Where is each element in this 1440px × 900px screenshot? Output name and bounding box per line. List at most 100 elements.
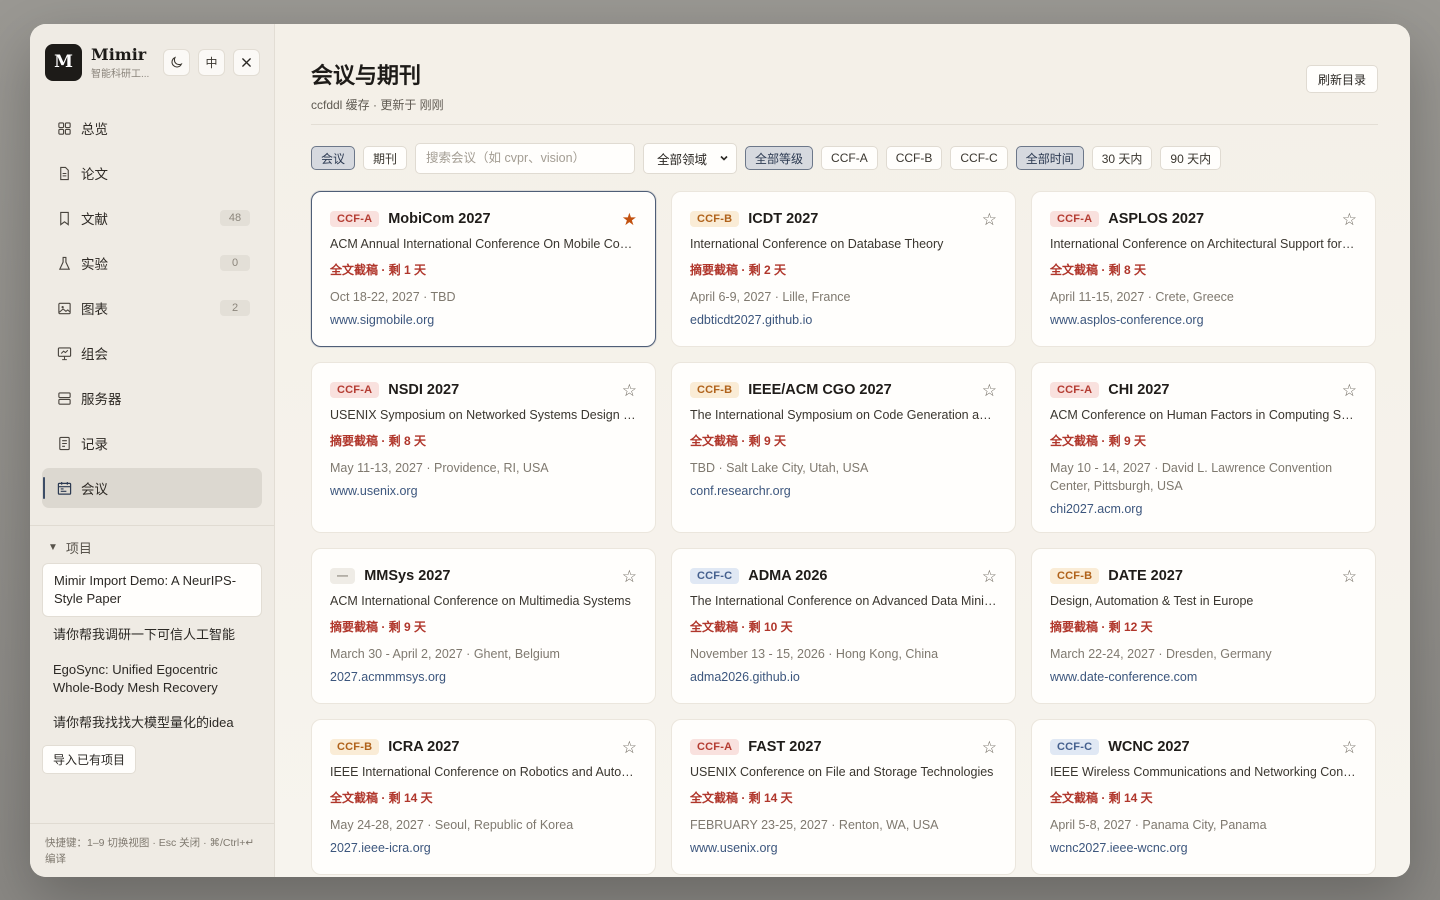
deadline-status: 摘要截稿 · 剩 12 天 [1050,620,1153,634]
conference-link[interactable]: edbticdt2027.github.io [690,313,997,343]
mimir-modal: M Mimir 智能科研工... 中 总览 论文 文献 48 实验 0 图表 2 组会 服务器 记录… [30,24,1410,877]
conference-link[interactable]: www.date-conference.com [1050,670,1357,700]
conference-full-name: International Conference on Database The… [690,237,944,251]
conference-full-name: Design, Automation & Test in Europe [1050,594,1254,608]
filter-time-30[interactable]: 30 天内 [1091,146,1153,170]
refresh-catalog-button[interactable]: 刷新目录 [1305,65,1378,93]
conference-card[interactable]: CCF-C ADMA 2026 ☆ The International Confere… [671,548,1016,704]
conference-card[interactable]: CCF-B ICDT 2027 ☆ International Conference … [671,191,1016,347]
conference-link[interactable]: adma2026.github.io [690,670,997,700]
filter-type-conference[interactable]: 会议 [311,146,356,170]
sidebar-item-5[interactable]: 组会 [42,333,262,373]
star-icon[interactable]: ☆ [1342,568,1357,585]
sidebar-item-6[interactable]: 服务器 [42,378,262,418]
bookmark-icon [56,210,72,226]
filter-time-90[interactable]: 90 天内 [1160,146,1222,170]
date-location: April 5-8, 2027 · Panama City, Panama [1050,818,1267,832]
conference-link[interactable]: www.sigmobile.org [330,313,637,343]
deadline-status: 全文截稿 · 剩 14 天 [690,791,793,805]
main-nav: 总览论文文献 48 实验 0 图表 2 组会服务器记录会议 [30,100,274,513]
sidebar-item-label: 记录 [81,437,108,452]
conference-card[interactable]: CCF-A MobiCom 2027 ★ ACM Annual Internation… [311,191,656,347]
star-icon[interactable]: ☆ [1342,211,1357,228]
project-item[interactable]: Mimir Import Demo: A NeurIPS-Style Paper [42,563,262,617]
sidebar-item-0[interactable]: 总览 [42,108,262,148]
conference-name: ICRA 2027 [388,739,460,755]
deadline-status: 全文截稿 · 剩 14 天 [1050,791,1153,805]
domain-select[interactable]: 全部领域 [643,142,738,174]
grid-icon [56,120,72,136]
conference-card[interactable]: CCF-B IEEE/ACM CGO 2027 ☆ The International… [671,362,1016,533]
sidebar-item-8[interactable]: 会议 [42,468,262,508]
conference-full-name: USENIX Symposium on Networked Systems De… [330,408,637,422]
rank-badge: CCF-B [690,382,740,398]
conference-card[interactable]: CCF-A FAST 2027 ☆ USENIX Conference on File… [671,719,1016,875]
star-icon[interactable]: ☆ [1342,739,1357,756]
conference-link[interactable]: 2027.ieee-icra.org [330,841,637,871]
conference-card[interactable]: CCF-A CHI 2027 ☆ ACM Conference on Human Fa… [1031,362,1376,533]
star-icon[interactable]: ☆ [622,382,637,399]
conference-name: CHI 2027 [1108,382,1170,398]
star-icon[interactable]: ☆ [982,382,997,399]
conference-link[interactable]: 2027.acmmmsys.org [330,670,637,700]
projects-header[interactable]: ▼ 项目 [30,526,274,563]
project-item[interactable]: EgoSync: Unified Egocentric Whole-Body M… [42,653,262,705]
conference-name: IEEE/ACM CGO 2027 [748,382,892,398]
star-icon[interactable]: ★ [622,211,637,228]
sidebar-item-4[interactable]: 图表 2 [42,288,262,328]
import-project-button[interactable]: 导入已有项目 [42,745,137,774]
rank-badge: CCF-C [690,568,740,584]
project-item[interactable]: 请你帮我找找大模型量化的idea [42,706,262,740]
conference-name: ADMA 2026 [748,568,828,584]
deadline-status: 全文截稿 · 剩 9 天 [690,434,787,448]
project-list: Mimir Import Demo: A NeurIPS-Style Paper… [30,563,274,774]
filter-time-all[interactable]: 全部时间 [1015,146,1084,170]
projects-heading: 项目 [65,541,92,556]
date-location: November 13 - 15, 2026 · Hong Kong, Chin… [690,647,939,661]
conference-link[interactable]: chi2027.acm.org [1050,502,1357,532]
sidebar-item-label: 图表 [81,302,108,317]
star-icon[interactable]: ☆ [982,568,997,585]
sidebar-item-1[interactable]: 论文 [42,153,262,193]
star-icon[interactable]: ☆ [622,568,637,585]
star-icon[interactable]: ☆ [982,739,997,756]
notes-icon [56,435,72,451]
shortcut-hint: 快捷键：1–9 切换视图 · Esc 关闭 · ⌘/Ctrl+↵ 编译 [30,823,274,877]
star-icon[interactable]: ☆ [622,739,637,756]
project-item[interactable]: 请你帮我调研一下可信人工智能 [42,618,262,652]
conference-full-name: The International Conference on Advanced… [690,594,997,608]
main-content: 会议与期刊 ccfddl 缓存 · 更新于 刚刚 刷新目录 会议 期刊 全部领域… [275,24,1410,877]
conference-link[interactable]: www.usenix.org [330,484,637,514]
language-toggle-button[interactable]: 中 [198,48,225,76]
filter-rank-ccf-a[interactable]: CCF-A [821,146,878,170]
conference-link[interactable]: conf.researchr.org [690,484,997,514]
deadline-status: 摘要截稿 · 剩 8 天 [330,434,427,448]
conference-card[interactable]: CCF-C WCNC 2027 ☆ IEEE Wireless Communicati… [1031,719,1376,875]
filter-rank-ccf-b[interactable]: CCF-B [885,146,943,170]
conference-full-name: USENIX Conference on File and Storage Te… [690,765,994,779]
deadline-status: 全文截稿 · 剩 1 天 [330,263,427,277]
sidebar-item-2[interactable]: 文献 48 [42,198,262,238]
conference-card[interactable]: CCF-B DATE 2027 ☆ Design, Automation & Test… [1031,548,1376,704]
rank-badge: CCF-B [1050,568,1100,584]
search-input[interactable] [415,142,636,174]
conference-name: NSDI 2027 [388,382,460,398]
sidebar-item-3[interactable]: 实验 0 [42,243,262,283]
date-location: May 24-28, 2027 · Seoul, Republic of Kor… [330,818,574,832]
filter-type-journal[interactable]: 期刊 [363,146,408,170]
close-button[interactable] [233,48,260,76]
theme-toggle-button[interactable] [163,48,190,76]
conference-card[interactable]: CCF-A NSDI 2027 ☆ USENIX Symposium on Netwo… [311,362,656,533]
conference-link[interactable]: www.asplos-conference.org [1050,313,1357,343]
conference-card[interactable]: — MMSys 2027 ☆ ACM International Conference… [311,548,656,704]
sidebar-item-7[interactable]: 记录 [42,423,262,463]
filter-rank-ccf-c[interactable]: CCF-C [950,146,1008,170]
star-icon[interactable]: ☆ [982,211,997,228]
close-icon [242,57,251,67]
star-icon[interactable]: ☆ [1342,382,1357,399]
filter-rank-all[interactable]: 全部等级 [745,146,814,170]
conference-card[interactable]: CCF-A ASPLOS 2027 ☆ International Conferenc… [1031,191,1376,347]
conference-card[interactable]: CCF-B ICRA 2027 ☆ IEEE International Confer… [311,719,656,875]
conference-link[interactable]: www.usenix.org [690,841,997,871]
conference-link[interactable]: wcnc2027.ieee-wcnc.org [1050,841,1357,871]
